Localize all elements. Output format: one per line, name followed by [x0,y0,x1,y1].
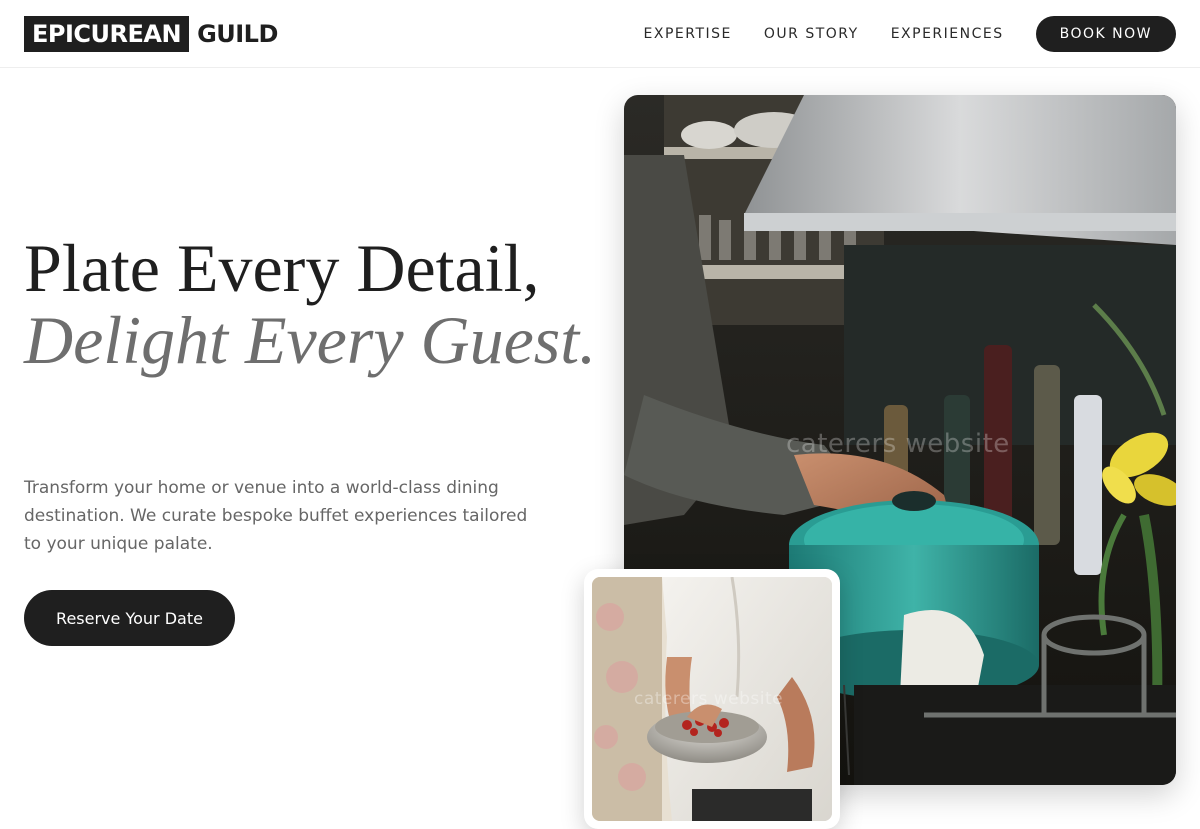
logo-box-text: EPICUREAN [24,16,190,52]
nav-link-expertise[interactable]: EXPERTISE [644,26,732,42]
secondary-image-card: caterers website [584,569,840,829]
main-nav: EXPERTISE OUR STORY EXPERIENCES BOOK NOW [644,16,1176,52]
nav-link-our-story[interactable]: OUR STORY [764,26,859,42]
brand-logo[interactable]: EPICUREAN GUILD [24,16,278,52]
hero-description: Transform your home or venue into a worl… [24,478,528,554]
secondary-image: caterers website [592,577,832,821]
hero-title-line1: Plate Every Detail, [24,230,540,306]
site-header: EPICUREAN GUILD EXPERTISE OUR STORY EXPE… [0,0,1200,68]
hero-title-line2: Delight Every Guest. [24,302,597,378]
book-now-button[interactable]: BOOK NOW [1035,16,1176,52]
logo-text: GUILD [197,20,278,48]
server-berries-illustration [592,577,832,821]
nav-link-experiences[interactable]: EXPERIENCES [891,26,1004,42]
reserve-date-button[interactable]: Reserve Your Date [24,590,235,646]
hero-title: Plate Every Detail, Delight Every Guest. [24,232,604,376]
